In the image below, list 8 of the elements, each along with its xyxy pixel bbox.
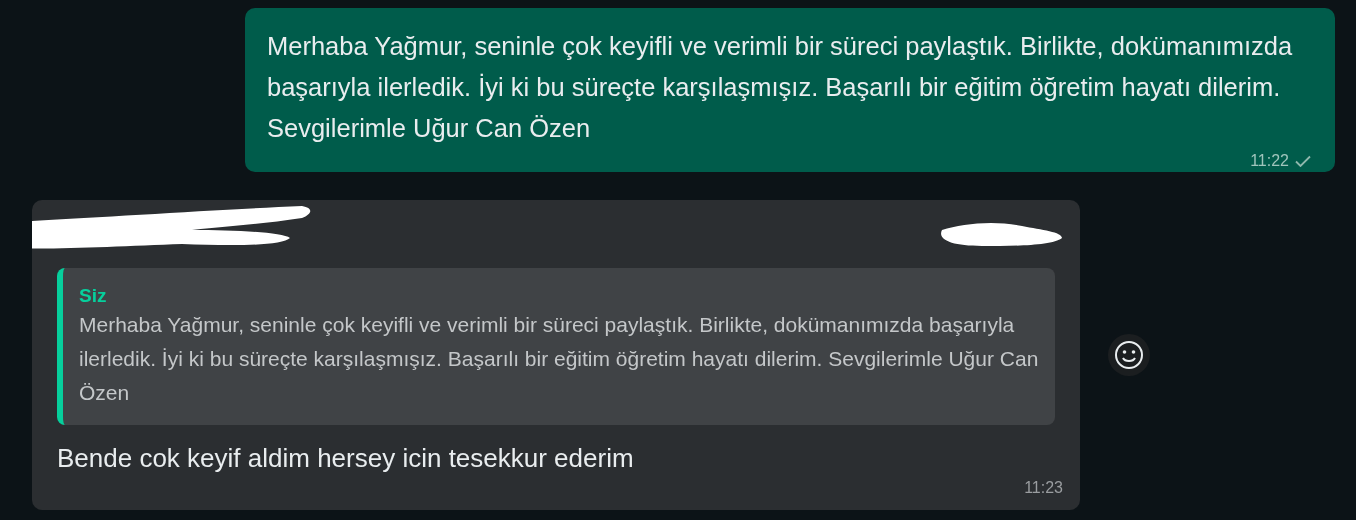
quote-author: Siz [79, 284, 108, 308]
message-time: 11:23 [1024, 478, 1063, 498]
quote-text: Merhaba Yağmur, seninle çok keyifli ve verimli bir süreci paylaştık. Birlikte, dokümanımızda başarıyla ilerledik. İyi ki bu süreçte karşılaşmışız. Başarılı bir eğitim öğretim hayatı dilerim. Sevgilerimle Uğur Can Özen [79, 312, 1040, 406]
emoji-button[interactable] [1108, 334, 1150, 376]
message-text: Bende cok keyif aldim hersey icin tesekkur ederim [57, 442, 635, 475]
message-text: Merhaba Yağmur, seninle çok keyifli ve verimli bir süreci paylaştık. Birlikte, dokümanımızda başarıyla ilerledik. İyi ki bu süreçte karşılaşmışız. Başarılı bir eğitim öğretim hayatı dilerim. Sevgilerimle Uğur Can Özen [267, 31, 1294, 144]
smiley-icon [1114, 340, 1144, 370]
message-time: 11:22 [1250, 151, 1289, 171]
